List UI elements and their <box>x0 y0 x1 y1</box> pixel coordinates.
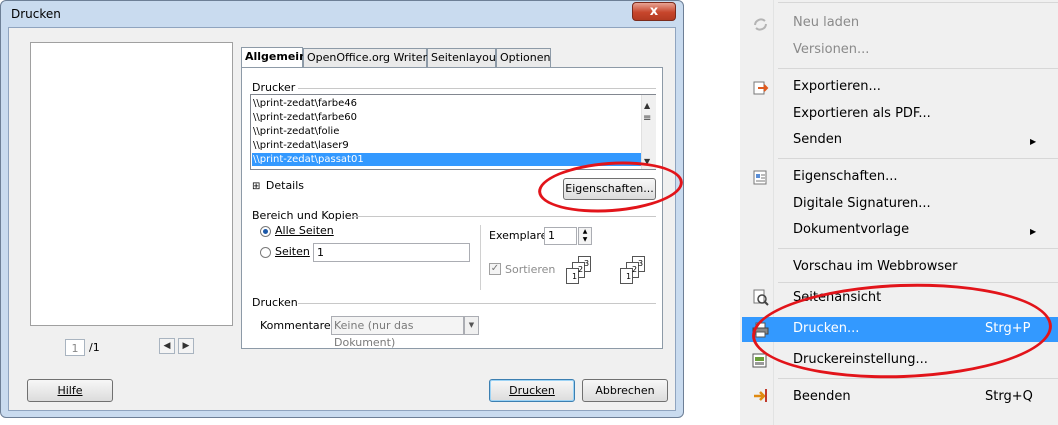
menu-separator <box>778 378 1058 379</box>
cancel-button[interactable]: Abbrechen <box>582 379 668 402</box>
help-button[interactable]: Hilfe <box>27 379 113 402</box>
chevron-down-icon[interactable]: ▼ <box>464 316 479 335</box>
menu-item-reload[interactable]: Neu laden <box>793 15 859 30</box>
svg-text:2: 2 <box>578 265 583 274</box>
chevron-left-icon: ◀ <box>163 341 171 351</box>
copies-label: Exemplare <box>489 229 548 242</box>
divider <box>480 225 481 290</box>
menu-separator <box>778 248 1058 249</box>
collate-label: Sortieren <box>505 263 556 276</box>
range-section-label: Bereich und Kopien <box>252 209 359 222</box>
page-total: /1 <box>89 341 100 354</box>
menu-item-digital-signatures[interactable]: Digitale Signaturen... <box>793 196 931 211</box>
printer-list-scrollbar[interactable]: ▲ ≡ ▼ <box>641 95 656 169</box>
printer-section-label: Drucker <box>252 81 296 94</box>
collate-pages-icon: 321 321 <box>566 256 645 284</box>
divider <box>352 216 656 217</box>
expand-icon: ⊞ <box>252 181 261 192</box>
all-pages-radio[interactable] <box>260 226 271 237</box>
menu-separator <box>778 68 1058 69</box>
divider <box>298 303 656 304</box>
pages-label: Seiten <box>275 245 310 258</box>
collate-checkbox[interactable]: ✓ <box>489 263 501 275</box>
export-icon <box>753 81 769 95</box>
svg-text:2: 2 <box>632 265 637 274</box>
copies-stepper[interactable]: ▲ ▼ <box>578 227 592 245</box>
menu-item-versions[interactable]: Versionen... <box>793 42 869 57</box>
reload-icon <box>754 18 767 31</box>
tab-writer[interactable]: OpenOffice.org Writer <box>303 48 427 67</box>
menu-item-web-preview[interactable]: Vorschau im Webbrowser <box>793 259 957 274</box>
menu-item-export[interactable]: Exportieren... <box>793 79 881 94</box>
exit-icon <box>754 389 767 402</box>
menu-item-exit[interactable]: Beenden <box>793 389 851 404</box>
chevron-right-icon: ▶ <box>182 341 190 351</box>
menu-separator <box>778 2 1058 3</box>
tab-options[interactable]: Optionen <box>496 48 551 67</box>
page-number-input[interactable]: 1 <box>65 339 85 356</box>
svg-text:1: 1 <box>572 272 577 281</box>
exit-shortcut: Strg+Q <box>985 389 1033 404</box>
submenu-arrow-icon: ▶ <box>1030 137 1037 146</box>
comments-select[interactable]: Keine (nur das Dokument) <box>331 316 464 349</box>
menu-item-properties[interactable]: Eigenschaften... <box>793 169 898 184</box>
svg-text:3: 3 <box>584 259 589 268</box>
print-button[interactable]: Drucken <box>489 379 575 402</box>
help-button-label: Hilfe <box>57 384 83 397</box>
pages-radio[interactable] <box>260 247 271 258</box>
close-button[interactable]: x <box>632 2 676 21</box>
menu-item-send[interactable]: Senden <box>793 132 842 147</box>
menu-item-export-pdf[interactable]: Exportieren als PDF... <box>793 106 931 121</box>
pages-input[interactable]: 1 <box>313 243 470 262</box>
list-item-selected[interactable]: \\print-zedat\passat01 <box>252 153 641 166</box>
list-item[interactable]: \\print-zedat\folie <box>253 125 339 138</box>
menu-separator <box>778 158 1058 159</box>
scroll-thumb[interactable]: ≡ <box>643 113 651 124</box>
details-toggle[interactable]: ⊞ Details <box>252 179 304 192</box>
tab-page-layout[interactable]: Seitenlayout <box>427 48 500 67</box>
dialog-title: Drucken <box>11 7 61 21</box>
print-button-label: Drucken <box>509 384 555 397</box>
print-preview <box>30 42 233 326</box>
properties-icon <box>753 170 767 185</box>
details-label: Details <box>265 179 305 192</box>
list-item[interactable]: \\print-zedat\farbe60 <box>253 111 357 124</box>
page-preview-icon <box>753 289 769 306</box>
divider <box>773 0 774 425</box>
prev-page-button[interactable]: ◀ <box>159 338 175 354</box>
list-item[interactable]: \\print-zedat\farbe46 <box>253 97 357 110</box>
all-pages-label: Alle Seiten <box>275 224 334 237</box>
printer-list[interactable]: \\print-zedat\farbe46 \\print-zedat\farb… <box>250 94 656 170</box>
next-page-button[interactable]: ▶ <box>178 338 194 354</box>
divider <box>298 88 656 89</box>
list-item[interactable]: \\print-zedat\laser9 <box>253 139 349 152</box>
tab-general[interactable]: Allgemein <box>241 47 307 68</box>
comments-label: Kommentare <box>260 319 331 332</box>
print-section-label: Drucken <box>252 296 298 309</box>
scroll-up-icon[interactable]: ▲ <box>644 101 650 110</box>
copies-input[interactable]: 1 <box>544 227 577 245</box>
dialog-titlebar[interactable]: Drucken x <box>1 1 683 27</box>
submenu-arrow-icon: ▶ <box>1030 227 1037 236</box>
menu-item-template[interactable]: Dokumentvorlage <box>793 222 909 237</box>
svg-text:1: 1 <box>626 272 631 281</box>
svg-text:3: 3 <box>638 259 643 268</box>
